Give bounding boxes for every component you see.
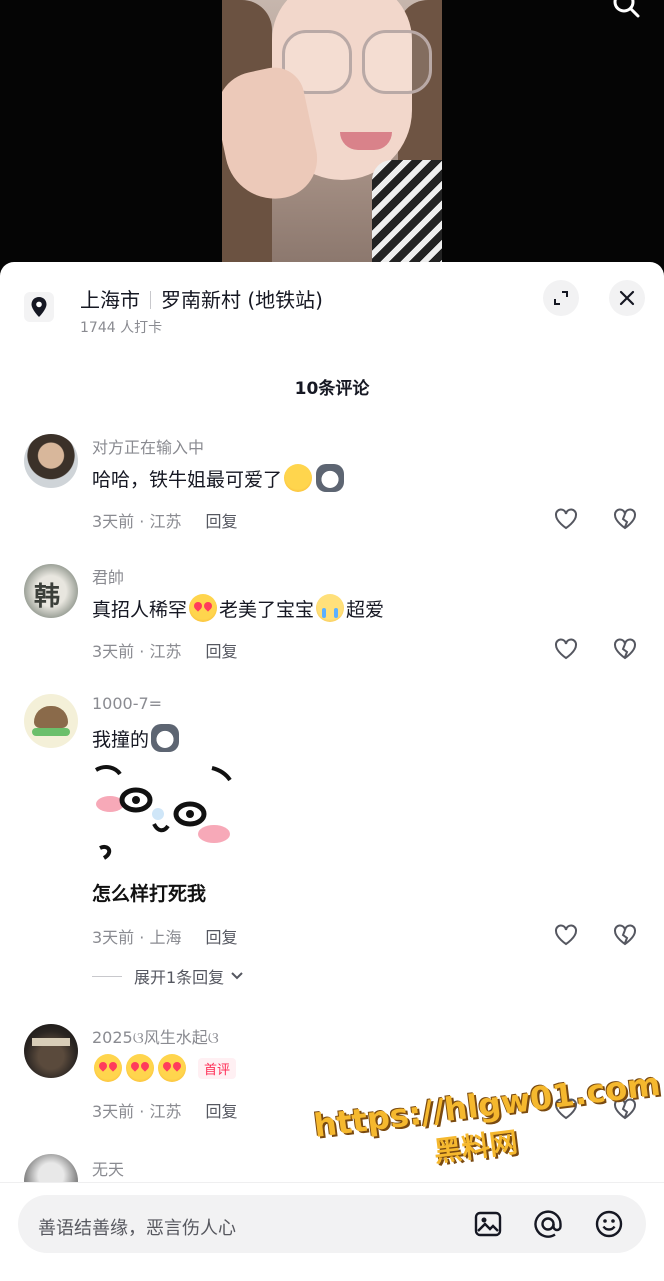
comments-count: 10条评论 — [294, 379, 370, 399]
heart-eyes-emoji-icon — [126, 1054, 154, 1082]
search-icon[interactable] — [612, 0, 640, 18]
comment-text: 哈哈，铁牛姐最可爱了 — [92, 464, 346, 492]
close-icon — [619, 290, 635, 306]
comment-meta: 3天前 · 上海 回复 — [92, 924, 237, 948]
video-player[interactable] — [0, 0, 664, 270]
video-frame — [222, 0, 442, 270]
comment-username[interactable]: 1000-7= — [92, 694, 162, 713]
expand-replies-button[interactable]: 展开1条回复 — [92, 964, 244, 988]
avatar[interactable]: 韩 — [24, 564, 78, 618]
comment-username[interactable]: 君帥 — [92, 564, 124, 588]
comment-input-bar: 善语结善缘，恶言伤人心 — [0, 1182, 664, 1281]
comment-text: 首评 — [92, 1054, 237, 1082]
expand-button[interactable] — [543, 280, 579, 316]
comment-time-location: 3天前 · 江苏 — [92, 1102, 182, 1121]
heart-eyes-emoji-icon — [94, 1054, 122, 1082]
like-icon[interactable] — [553, 922, 579, 948]
like-icon[interactable] — [553, 506, 579, 532]
comment-meta: 3天前 · 江苏 回复 — [92, 638, 237, 662]
comment-text: 我撞的 — [92, 724, 181, 752]
dislike-icon[interactable] — [612, 922, 638, 948]
comment-meta: 3天前 · 江苏 回复 — [92, 508, 237, 532]
comment-body: 我撞的 — [92, 728, 150, 751]
comment-item: 韩 君帥 真招人稀罕 老美了宝宝 超爱 3天前 · 江苏 回复 — [0, 552, 664, 682]
comment-body: 真招人稀罕 — [92, 598, 188, 621]
comment-time-location: 3天前 · 江苏 — [92, 642, 182, 661]
heart-eyes-emoji-icon — [189, 594, 218, 622]
chevron-down-icon — [231, 972, 243, 980]
dog-emoji-icon — [151, 724, 180, 752]
crying-emoji-icon — [316, 594, 345, 622]
comment-time-location: 3天前 · 上海 — [92, 928, 182, 947]
comment-meta: 3天前 · 江苏 回复 — [92, 1098, 237, 1122]
mention-icon[interactable] — [533, 1209, 563, 1239]
comment-item: 1000-7= 我撞的 怎么样打死我 3天前 · 上海 回复 展开1条回复 — [0, 682, 664, 1012]
reply-button[interactable]: 回复 — [205, 1102, 237, 1121]
checkin-count: 1744 人打卡 — [80, 320, 163, 336]
image-icon[interactable] — [473, 1209, 503, 1239]
like-icon[interactable] — [553, 636, 579, 662]
dislike-icon[interactable] — [612, 506, 638, 532]
reply-button[interactable]: 回复 — [205, 642, 237, 661]
comment-username[interactable]: 对方正在输入中 — [92, 434, 204, 458]
avatar[interactable] — [24, 434, 78, 488]
comment-username[interactable]: 无天 — [92, 1156, 124, 1180]
close-button[interactable] — [609, 280, 645, 316]
expand-icon — [554, 291, 568, 305]
location-place: 罗南新村 (地铁站) — [161, 288, 323, 312]
location-header[interactable]: 上海市 罗南新村 (地铁站) 1744 人打卡 — [0, 262, 664, 342]
comment-sticker-image[interactable]: 怎么样打死我 — [92, 762, 242, 912]
comment-input[interactable]: 善语结善缘，恶言伤人心 — [18, 1195, 646, 1253]
laugh-emoji-icon — [284, 464, 313, 492]
divider-line — [92, 975, 122, 977]
avatar[interactable] — [24, 1024, 78, 1078]
avatar[interactable] — [24, 694, 78, 748]
comment-text: 真招人稀罕 老美了宝宝 超爱 — [92, 594, 384, 622]
sticker-caption: 怎么样打死我 — [92, 883, 207, 905]
location-pin-icon — [24, 292, 54, 322]
reply-button[interactable]: 回复 — [205, 512, 237, 531]
comment-body: 超爱 — [346, 598, 385, 621]
heart-eyes-emoji-icon — [158, 1054, 186, 1082]
first-comment-badge: 首评 — [198, 1057, 237, 1079]
expand-replies-label: 展开1条回复 — [134, 968, 225, 987]
location-city: 上海市 — [80, 288, 140, 312]
dog-emoji-icon — [316, 464, 345, 492]
emoji-icon[interactable] — [594, 1209, 624, 1239]
comment-body: 老美了宝宝 — [219, 598, 315, 621]
comment-input-placeholder: 善语结善缘，恶言伤人心 — [38, 1218, 236, 1239]
location-title[interactable]: 上海市 罗南新村 (地铁站) — [80, 284, 323, 313]
dislike-icon[interactable] — [612, 636, 638, 662]
comment-username[interactable]: 2025ଓ风生水起ଓ — [92, 1024, 219, 1048]
comment-time-location: 3天前 · 江苏 — [92, 512, 182, 531]
comment-item: 对方正在输入中 哈哈，铁牛姐最可爱了 3天前 · 江苏 回复 — [0, 422, 664, 552]
reply-button[interactable]: 回复 — [205, 928, 237, 947]
comment-body: 哈哈，铁牛姐最可爱了 — [92, 468, 283, 491]
